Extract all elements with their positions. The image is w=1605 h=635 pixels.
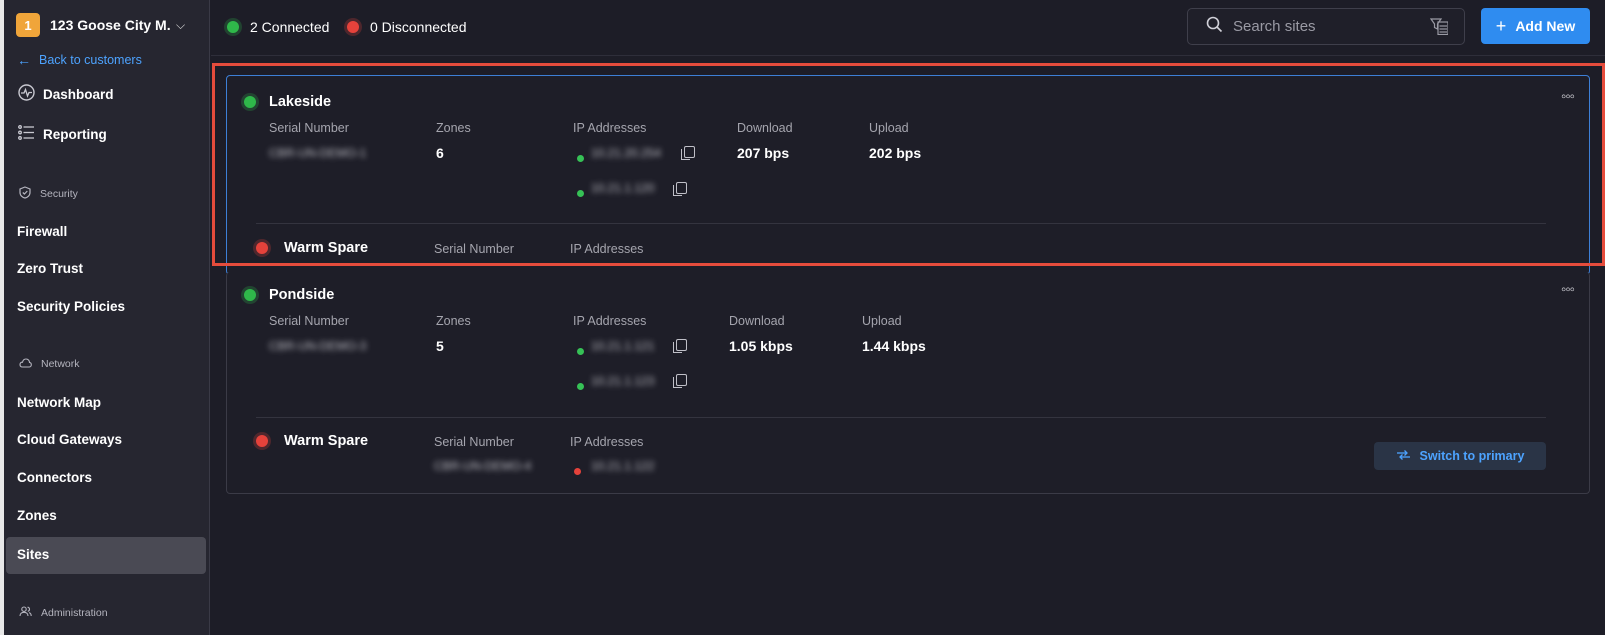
shield-icon [19, 186, 31, 202]
back-to-customers-link[interactable]: ← Back to customers [17, 52, 142, 68]
ip-label: IP Addresses [570, 242, 644, 256]
ip-status-dot [577, 342, 584, 360]
serial-label: Serial Number [269, 314, 349, 328]
sidebar-item-network-map[interactable]: Network Map [17, 395, 101, 410]
site-card-lakeside[interactable] [226, 75, 1590, 275]
plus-icon: + [1495, 15, 1507, 36]
serial-label: Serial Number [434, 435, 514, 449]
cloud-icon [19, 357, 32, 371]
sidebar-item-sites-label: Sites [17, 547, 50, 562]
ip-label: IP Addresses [573, 121, 647, 135]
section-administration: Administration [19, 606, 108, 620]
sidebar-item-reporting[interactable]: Reporting [17, 125, 107, 143]
sidebar-item-connectors[interactable]: Connectors [17, 470, 92, 485]
sidebar-item-cloud-gateways[interactable]: Cloud Gateways [17, 432, 122, 447]
sidebar-item-label: Dashboard [43, 86, 114, 102]
arrow-left-icon: ← [17, 52, 31, 68]
swap-icon [1396, 449, 1411, 463]
sidebar-item-firewall[interactable]: Firewall [17, 224, 67, 239]
upload-label: Upload [862, 314, 902, 328]
org-badge: 1 [16, 13, 40, 37]
download-value: 207 bps [737, 145, 790, 161]
list-icon [17, 125, 35, 143]
site-name: Pondside [269, 287, 335, 303]
site-name: Lakeside [269, 94, 332, 110]
download-label: Download [729, 314, 785, 328]
divider [256, 417, 1546, 418]
serial-label: Serial Number [434, 242, 514, 256]
switch-to-primary-button[interactable]: Switch to primary [1374, 442, 1546, 470]
section-label: Administration [41, 607, 108, 619]
warm-spare-ip-value: 10.21.1.122 [591, 459, 655, 473]
upload-value: 202 bps [869, 145, 922, 161]
copy-icon[interactable] [673, 181, 687, 199]
serial-label: Serial Number [269, 121, 349, 135]
zones-label: Zones [436, 121, 471, 135]
ip-status-dot [577, 184, 584, 202]
ip-value: 10.21.1.121 [591, 339, 655, 353]
chevron-down-icon: ⌵ [176, 17, 186, 32]
disconnected-dot-icon [347, 21, 359, 33]
copy-icon[interactable] [673, 373, 687, 391]
ip-value: 10.21.1.123 [591, 374, 655, 388]
copy-icon[interactable] [681, 145, 695, 163]
sidebar: 1 123 Goose City M... ⌵ ← Back to custom… [4, 0, 210, 635]
connected-status: 2 Connected [227, 19, 329, 35]
switch-to-primary-label: Switch to primary [1419, 449, 1525, 463]
upload-value: 1.44 kbps [862, 338, 926, 354]
warm-spare-serial-value: CBR-UN-DEMO-4 [434, 459, 532, 473]
serial-value: CBR-UN-DEMO-3 [269, 339, 367, 353]
serial-value: CBR-UN-DEMO-1 [269, 146, 367, 160]
site-status-dot [244, 95, 267, 113]
sidebar-item-security-policies[interactable]: Security Policies [17, 299, 125, 314]
site-status-dot [244, 288, 267, 306]
warm-spare-status-dot [256, 241, 279, 259]
back-link-label: Back to customers [39, 53, 142, 67]
ip-label: IP Addresses [573, 314, 647, 328]
connected-dot-icon [227, 21, 239, 33]
zones-label: Zones [436, 314, 471, 328]
section-security: Security [19, 186, 78, 202]
ip-label: IP Addresses [570, 435, 644, 449]
warm-spare-label: Warm Spare [284, 240, 369, 256]
ip-status-dot [577, 377, 584, 395]
sidebar-item-zero-trust[interactable]: Zero Trust [17, 261, 83, 276]
zones-value: 6 [436, 145, 444, 161]
search-box [1187, 8, 1465, 45]
sidebar-item-dashboard[interactable]: Dashboard [17, 84, 114, 104]
download-value: 1.05 kbps [729, 338, 793, 354]
add-new-button[interactable]: + Add New [1481, 8, 1590, 44]
users-icon [19, 606, 32, 620]
activity-icon [17, 84, 35, 104]
copy-icon[interactable] [673, 338, 687, 356]
ip-status-dot [577, 149, 584, 167]
ip-value: 10.21.20.254 [591, 146, 662, 160]
org-switcher[interactable]: 1 123 Goose City M... ⌵ [16, 13, 185, 37]
disconnected-count: 0 Disconnected [370, 19, 467, 35]
section-label: Network [41, 358, 80, 370]
more-options-icon[interactable]: ◦◦◦ [1561, 281, 1575, 298]
section-label: Security [40, 188, 78, 200]
warm-spare-label: Warm Spare [284, 433, 369, 449]
sidebar-item-zones[interactable]: Zones [17, 508, 57, 523]
more-options-icon[interactable]: ◦◦◦ [1561, 88, 1575, 105]
warm-spare-status-dot [256, 434, 279, 452]
divider [256, 223, 1546, 224]
upload-label: Upload [869, 121, 909, 135]
add-new-label: Add New [1515, 18, 1576, 34]
sidebar-item-label: Reporting [43, 126, 107, 142]
search-input[interactable] [1233, 18, 1413, 35]
download-label: Download [737, 121, 793, 135]
section-network: Network [19, 357, 80, 371]
warm-spare-ip-status-dot [574, 462, 581, 480]
ip-value: 10.21.1.120 [591, 181, 655, 195]
connected-count: 2 Connected [250, 19, 330, 35]
search-icon [1206, 16, 1223, 38]
org-name: 123 Goose City M... [50, 17, 170, 33]
zones-value: 5 [436, 338, 444, 354]
disconnected-status: 0 Disconnected [347, 19, 467, 35]
filter-icon[interactable] [1429, 18, 1449, 38]
